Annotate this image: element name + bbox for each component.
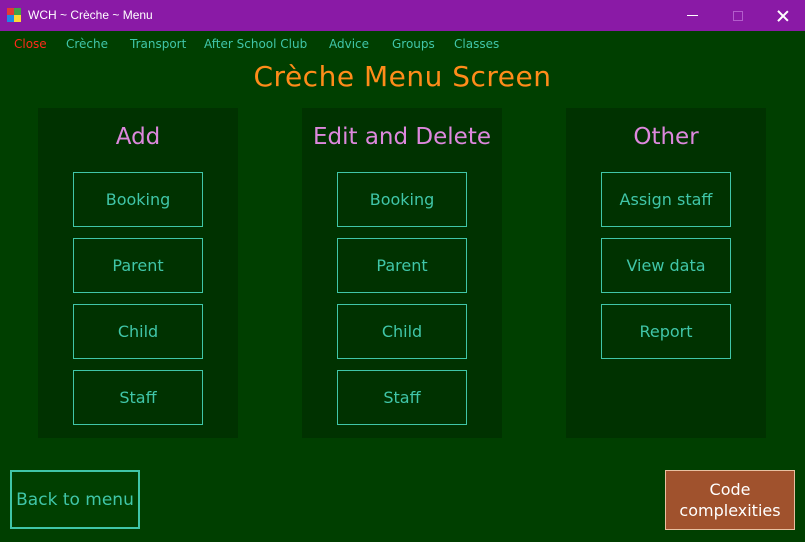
minimize-icon xyxy=(686,15,698,16)
add-panel: Add Booking Parent Child Staff xyxy=(38,108,238,438)
add-panel-heading: Add xyxy=(115,124,161,150)
app-icon xyxy=(7,8,21,22)
title-bar: WCH ~ Crèche ~ Menu xyxy=(0,0,805,31)
window-title: WCH ~ Crèche ~ Menu xyxy=(28,8,153,22)
other-panel-heading: Other xyxy=(633,124,699,150)
add-booking-button[interactable]: Booking xyxy=(73,172,203,227)
edit-child-button[interactable]: Child xyxy=(337,304,467,359)
edit-delete-panel-heading: Edit and Delete xyxy=(312,124,491,150)
menu-item-after-school-club[interactable]: After School Club xyxy=(204,37,307,51)
add-parent-button[interactable]: Parent xyxy=(73,238,203,293)
menu-item-creche[interactable]: Crèche xyxy=(66,37,108,51)
menu-item-classes[interactable]: Classes xyxy=(454,37,499,51)
edit-parent-button[interactable]: Parent xyxy=(337,238,467,293)
code-complexities-button[interactable]: Code complexities xyxy=(665,470,795,530)
edit-delete-panel: Edit and Delete Booking Parent Child Sta… xyxy=(302,108,502,438)
other-panel: Other Assign staff View data Report xyxy=(566,108,766,438)
close-window-button[interactable] xyxy=(760,0,805,31)
edit-booking-button[interactable]: Booking xyxy=(337,172,467,227)
add-staff-button[interactable]: Staff xyxy=(73,370,203,425)
maximize-icon xyxy=(733,10,743,21)
code-complexities-line2: complexities xyxy=(679,501,781,520)
menu-item-close[interactable]: Close xyxy=(14,37,47,51)
close-icon xyxy=(777,10,789,22)
add-child-button[interactable]: Child xyxy=(73,304,203,359)
menu-item-transport[interactable]: Transport xyxy=(130,37,186,51)
minimize-button[interactable] xyxy=(669,0,715,31)
report-button[interactable]: Report xyxy=(601,304,731,359)
back-to-menu-button[interactable]: Back to menu xyxy=(10,470,140,529)
assign-staff-button[interactable]: Assign staff xyxy=(601,172,731,227)
view-data-button[interactable]: View data xyxy=(601,238,731,293)
edit-staff-button[interactable]: Staff xyxy=(337,370,467,425)
maximize-button[interactable] xyxy=(715,0,761,31)
menu-item-groups[interactable]: Groups xyxy=(392,37,435,51)
screen-title: Crèche Menu Screen xyxy=(253,60,552,93)
menu-item-advice[interactable]: Advice xyxy=(329,37,369,51)
code-complexities-line1: Code xyxy=(709,480,751,499)
menu-bar: Close Crèche Transport After School Club… xyxy=(0,33,805,55)
